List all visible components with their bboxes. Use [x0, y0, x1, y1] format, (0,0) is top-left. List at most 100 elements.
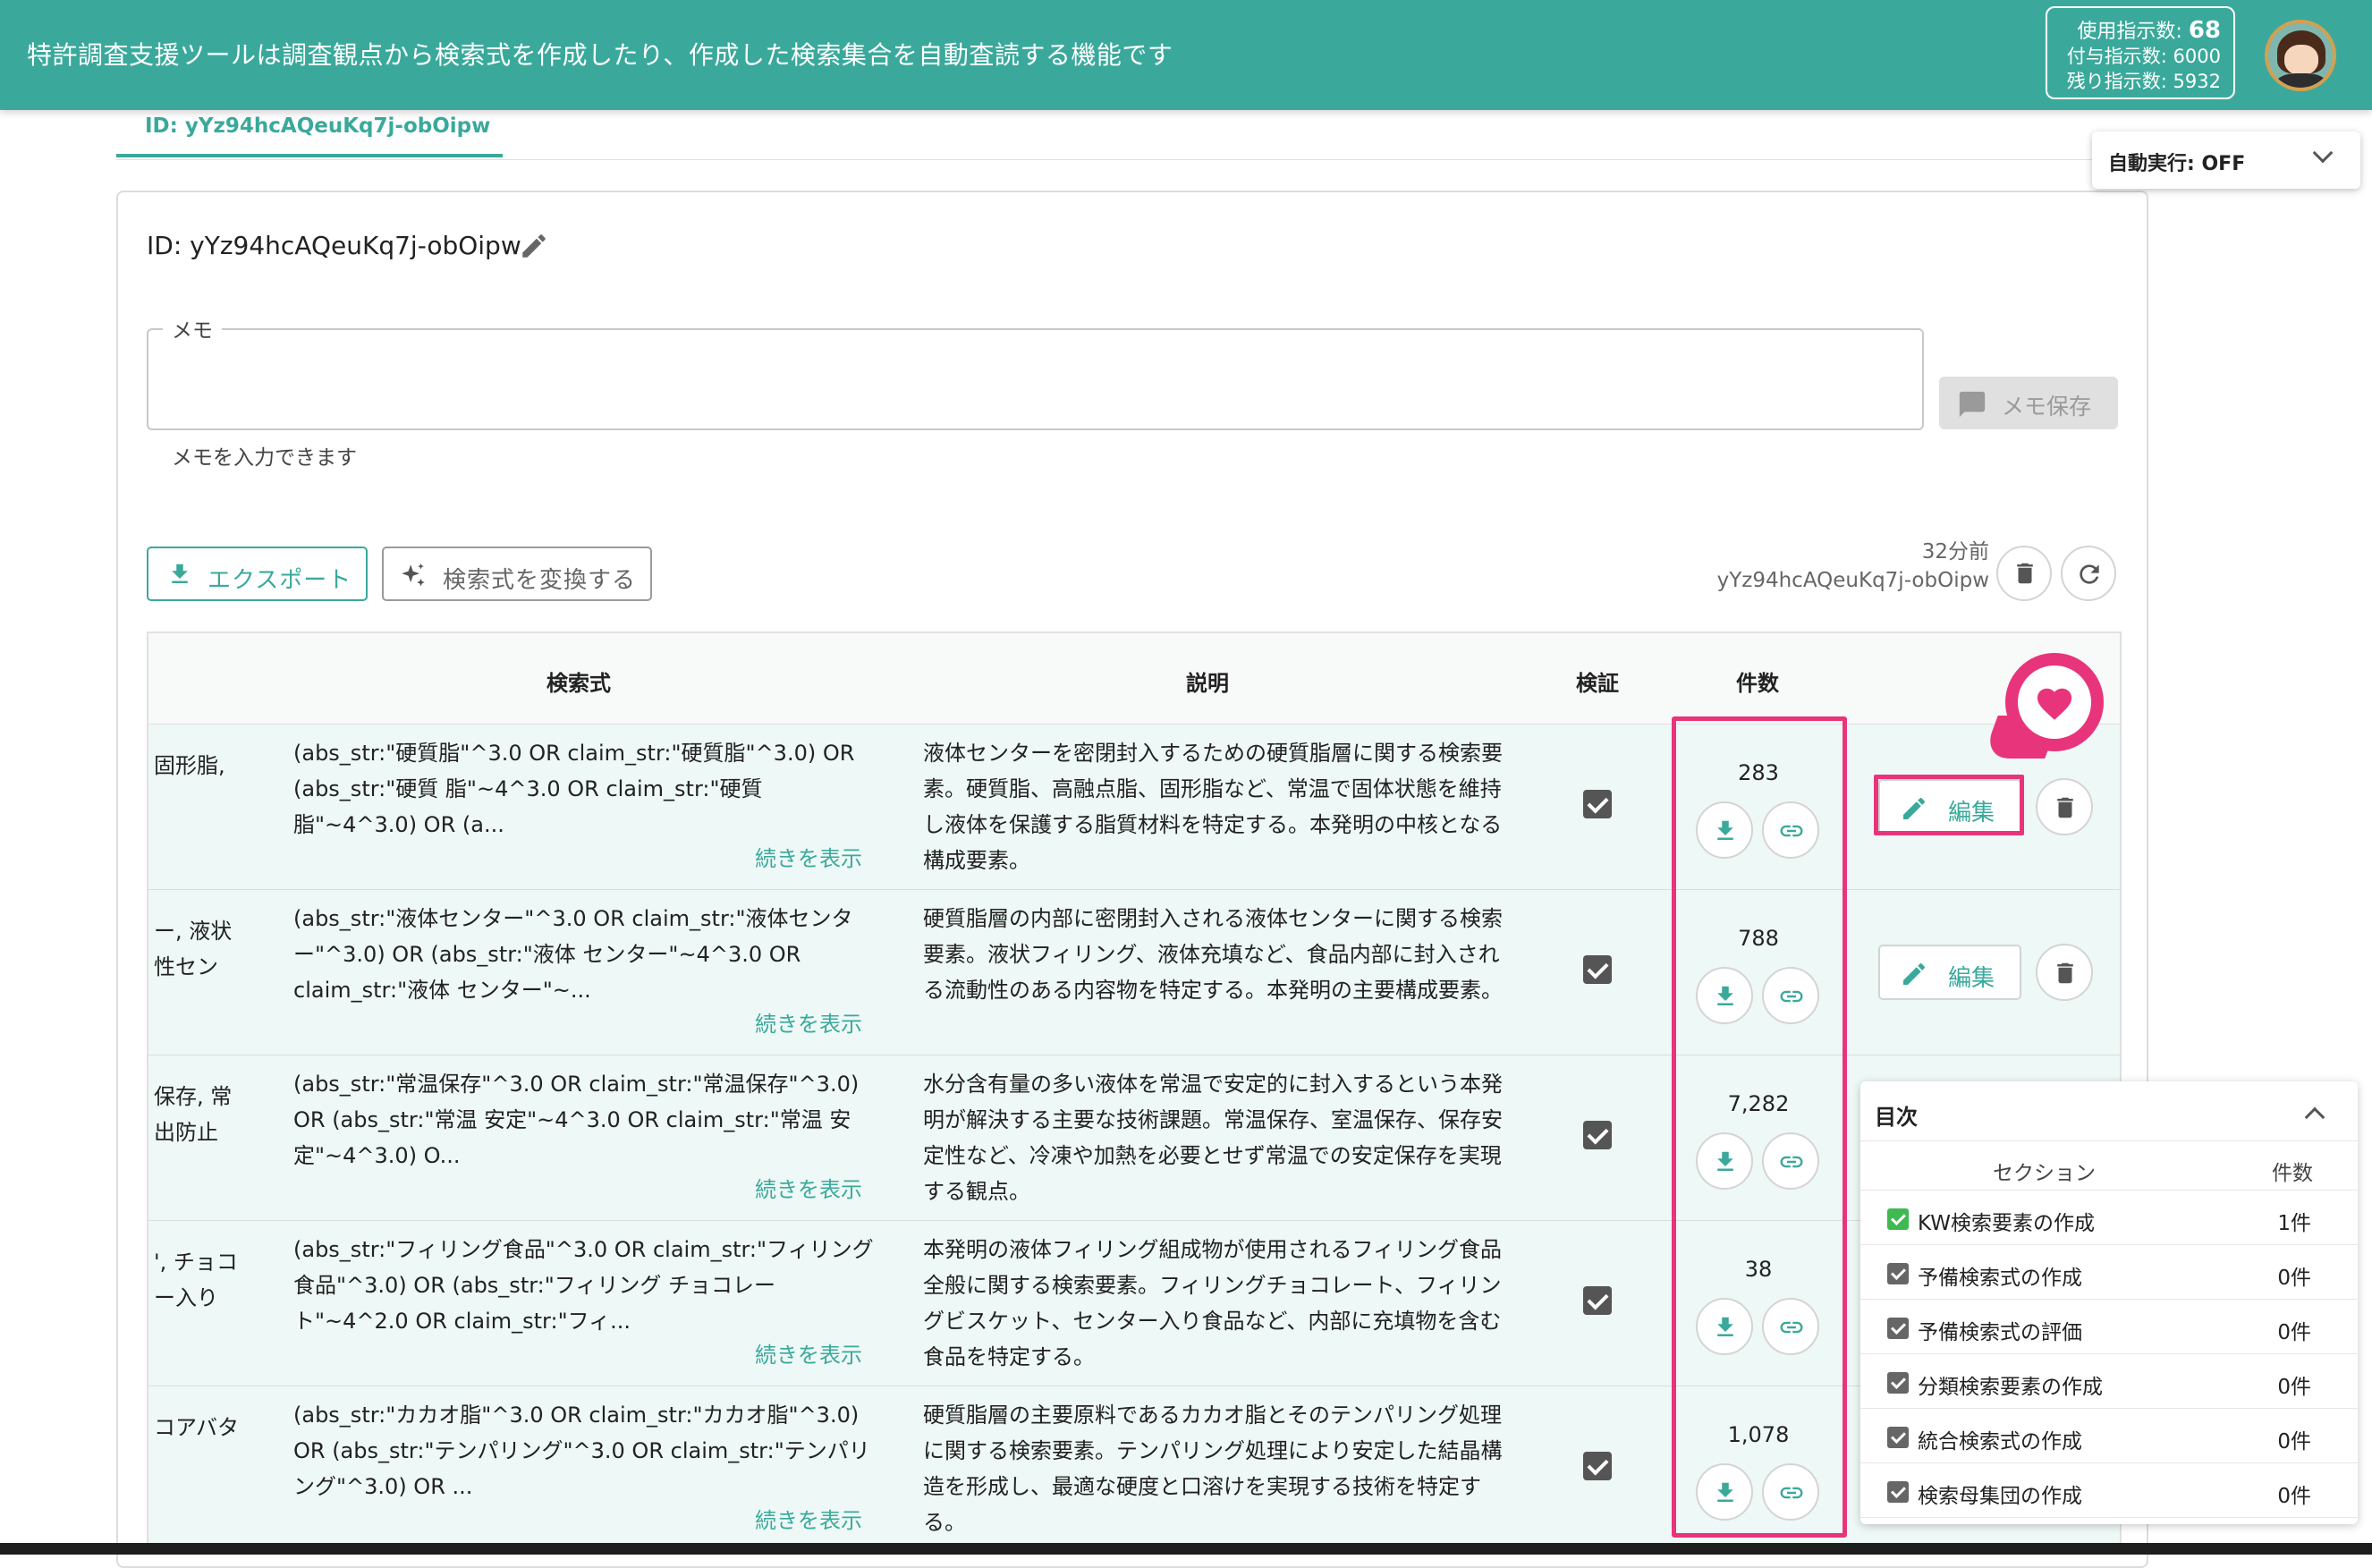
row-keywords-line: 保存, 常 — [154, 1084, 233, 1109]
checkbox-icon — [1887, 1318, 1909, 1339]
trash-icon — [2057, 962, 2073, 984]
tab-id[interactable]: ID: yYz94hcAQeuKq7j-obOipw — [145, 114, 490, 138]
toc-item[interactable]: 統合検索式の作成 0件 — [1860, 1409, 2358, 1463]
show-more-link[interactable]: 続きを表示 — [755, 1503, 862, 1534]
row-query: (abs_str:"カカオ脂"^3.0 OR claim_str:"カカオ脂"^… — [293, 1403, 870, 1499]
row-keywords-line: ー入り — [154, 1285, 218, 1310]
toc-item-count: 0件 — [2277, 1485, 2311, 1508]
show-more-link[interactable]: 続きを表示 — [755, 1337, 862, 1369]
toc-title: 目次 — [1875, 1105, 1918, 1130]
toc-item-label: KW検索要素の作成 — [1918, 1212, 2096, 1235]
count-column-highlight — [1672, 716, 1847, 1538]
query-set-id: yYz94hcAQeuKq7j-obOipw — [1716, 569, 1989, 592]
toc-item-count: 0件 — [2277, 1321, 2311, 1344]
row-keywords: ー, 液状 性セン — [154, 913, 252, 985]
verify-checkbox[interactable] — [1583, 1121, 1612, 1149]
memo-helper-text: メモを入力できます — [172, 446, 357, 470]
header-title: 特許調査支援ツールは調査観点から検索式を作成したり、作成した検索集合を自動査読す… — [27, 40, 1173, 70]
verify-checkbox[interactable] — [1583, 1452, 1612, 1480]
toc-item[interactable]: 検索母集団の作成 0件 — [1860, 1463, 2358, 1518]
export-label: エクスポート — [208, 567, 352, 594]
remaining-count: 残り指示数: 5932 — [2066, 71, 2221, 92]
checkbox-icon — [1887, 1481, 1909, 1503]
toc-item-label: 予備検索式の評価 — [1918, 1321, 2082, 1344]
row-description: 硬質脂層の主要原料であるカカオ脂とそのテンパリング処理に関する検索要素。テンパリ… — [923, 1403, 1503, 1535]
toc-item-count: 0件 — [2277, 1430, 2311, 1454]
show-more-link[interactable]: 続きを表示 — [755, 841, 862, 872]
convert-label: 検索式を変換する — [443, 567, 637, 594]
tab-active-indicator — [116, 154, 503, 157]
row-keywords-line: 出防止 — [154, 1120, 218, 1145]
row-query: (abs_str:"液体センター"^3.0 OR claim_str:"液体セン… — [293, 906, 853, 1003]
checkbox-icon — [1887, 1263, 1909, 1284]
col-query: 検索式 — [546, 671, 611, 696]
heart-icon — [2037, 688, 2072, 720]
trash-icon — [2017, 563, 2033, 584]
memo-save-label: メモ保存 — [2002, 394, 2092, 420]
row-description: 硬質脂層の内部に密閉封入される液体センターに関する検索要素。液状フィリング、液体… — [923, 906, 1503, 1003]
toc-item-count: 1件 — [2277, 1212, 2311, 1235]
user-avatar[interactable] — [2265, 20, 2336, 91]
toc-item-count: 0件 — [2277, 1376, 2311, 1399]
show-more-link[interactable]: 続きを表示 — [755, 1172, 862, 1203]
delete-row-button[interactable] — [2036, 778, 2093, 835]
toc-item-label: 分類検索要素の作成 — [1918, 1376, 2103, 1399]
delete-row-button[interactable] — [2036, 944, 2093, 1001]
usage-value: 68 — [2188, 17, 2221, 44]
toc-item[interactable]: 予備検索式の評価 0件 — [1860, 1300, 2358, 1354]
toc-item-label: 統合検索式の作成 — [1918, 1430, 2082, 1454]
col-count: 件数 — [1736, 671, 1779, 696]
row-keywords: 固形脂, — [154, 748, 252, 784]
trash-icon — [2057, 797, 2073, 818]
auto-exec-label: 自動実行: OFF — [2108, 153, 2246, 175]
edit-button-highlight — [1874, 775, 2024, 835]
app-header: 特許調査支援ツールは調査観点から検索式を作成したり、作成した検索集合を自動査読す… — [0, 0, 2372, 110]
row-keywords: ', チョコ ー入り — [154, 1244, 252, 1316]
toc-header: セクション 件数 — [1860, 1140, 2358, 1191]
export-button[interactable]: エクスポート — [147, 547, 368, 601]
verify-checkbox[interactable] — [1583, 955, 1612, 984]
verify-checkbox[interactable] — [1583, 1286, 1612, 1315]
tab-divider — [116, 159, 2147, 160]
show-more-link[interactable]: 続きを表示 — [755, 1006, 862, 1038]
delete-set-button[interactable] — [1996, 546, 2052, 601]
auto-exec-dropdown[interactable]: 自動実行: OFF — [2092, 131, 2360, 189]
memo-label: メモ — [163, 313, 222, 343]
chevron-up-icon[interactable] — [2304, 1106, 2325, 1128]
chevron-down-icon — [2312, 142, 2334, 164]
row-description: 液体センターを密閉封入するための硬質脂層に関する検索要素。硬質脂、高融点脂、固形… — [923, 741, 1503, 873]
sparkle-icon — [402, 563, 425, 587]
checkbox-icon — [1887, 1372, 1909, 1394]
toc-col-section: セクション — [1993, 1162, 2096, 1185]
refresh-button[interactable] — [2061, 546, 2116, 601]
toc-item-count: 0件 — [2277, 1267, 2311, 1290]
toc-item[interactable]: KW検索要素の作成 1件 — [1860, 1191, 2358, 1245]
toc-item-label: 検索母集団の作成 — [1918, 1485, 2082, 1508]
row-keywords-line: 性セン — [154, 954, 218, 979]
edit-row-button[interactable]: 編集 — [1878, 945, 2021, 1000]
verify-checkbox[interactable] — [1583, 790, 1612, 818]
refresh-icon — [2080, 564, 2099, 584]
memo-input[interactable] — [147, 328, 1924, 430]
done-check-icon — [1887, 1208, 1909, 1230]
row-description: 本発明の液体フィリング組成物が使用されるフィリング食品全般に関する検索要素。フィ… — [923, 1237, 1503, 1369]
row-keywords-line: ', チョコ — [154, 1250, 238, 1275]
col-description: 説明 — [1186, 671, 1229, 696]
col-verify: 検証 — [1576, 671, 1619, 696]
row-query: (abs_str:"硬質脂"^3.0 OR claim_str:"硬質脂"^3.… — [293, 741, 855, 837]
pencil-icon — [1903, 962, 1926, 985]
toc-item[interactable]: 分類検索要素の作成 0件 — [1860, 1354, 2358, 1409]
row-keywords: コアバタ — [154, 1410, 252, 1445]
toc-item[interactable]: 予備検索式の作成 0件 — [1860, 1245, 2358, 1300]
memo-save-button[interactable]: メモ保存 — [1939, 377, 2118, 429]
row-keywords-line: コアバタ — [154, 1415, 240, 1440]
usage-label: 使用指示数: — [2077, 21, 2182, 43]
updated-time: 32分前 — [1921, 540, 1989, 564]
heart-badge — [2005, 653, 2104, 751]
row-description: 水分含有量の多い液体を常温で安定的に封入するという本発明が解決する主要な技術課題… — [923, 1072, 1503, 1204]
convert-query-button[interactable]: 検索式を変換する — [382, 547, 652, 601]
pencil-icon[interactable] — [519, 231, 549, 261]
granted-count: 付与指示数: 6000 — [2066, 46, 2221, 67]
edit-label: 編集 — [1948, 965, 1995, 992]
toc-item-label: 予備検索式の作成 — [1918, 1267, 2082, 1290]
